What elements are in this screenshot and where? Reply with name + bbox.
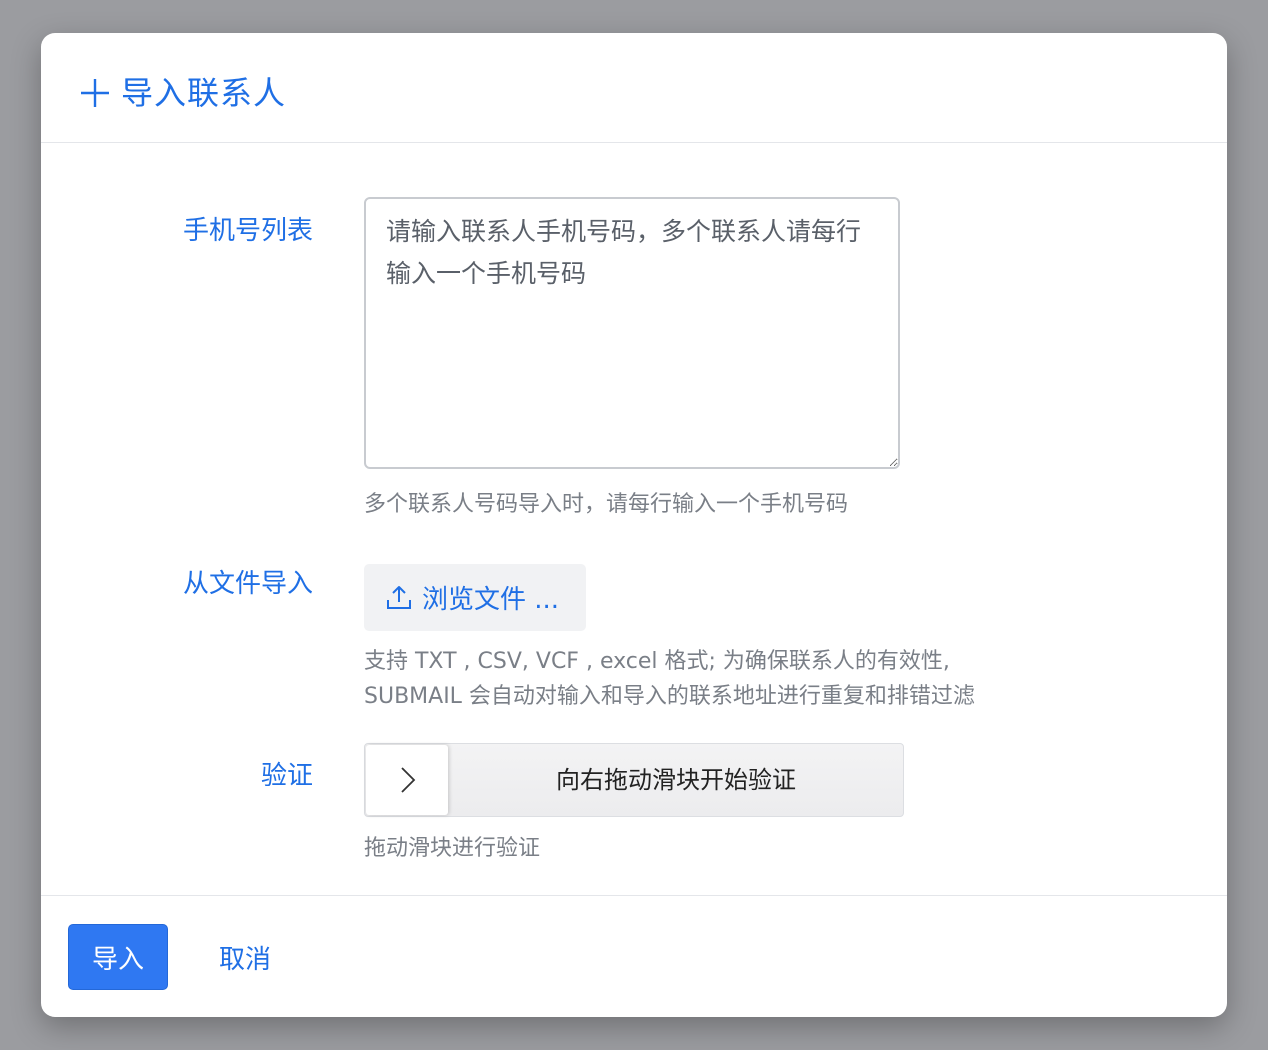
file-import-label: 从文件导入 <box>182 569 313 599</box>
verify-label: 验证 <box>260 761 313 791</box>
browse-files-label: 浏览文件 ... <box>422 585 560 615</box>
cancel-button[interactable]: 取消 <box>213 924 277 990</box>
slider-handle[interactable] <box>366 745 448 815</box>
dialog-header: 导入联系人 <box>41 33 1227 143</box>
import-contacts-dialog: 导入联系人 手机号列表 多个联系人号码导入时，请每行输入一个手机号码 从文件导入… <box>41 33 1227 1017</box>
phone-list-label: 手机号列表 <box>182 216 313 246</box>
file-import-help: 支持 TXT , CSV, VCF , excel 格式; 为确保联系人的有效性… <box>364 644 975 714</box>
chevron-right-icon <box>401 767 416 793</box>
upload-icon <box>384 583 414 613</box>
file-import-help-line1: 支持 TXT , CSV, VCF , excel 格式; 为确保联系人的有效性… <box>364 649 950 674</box>
plus-icon <box>79 77 111 109</box>
slider-instruction: 向右拖动滑块开始验证 <box>556 766 796 794</box>
phone-list-textarea[interactable] <box>364 197 900 469</box>
browse-files-button[interactable]: 浏览文件 ... <box>364 564 586 631</box>
verify-help: 拖动滑块进行验证 <box>364 836 541 861</box>
dialog-footer: 导入 取消 <box>41 895 1227 1017</box>
phone-list-help: 多个联系人号码导入时，请每行输入一个手机号码 <box>364 492 849 517</box>
dialog-title-text: 导入联系人 <box>121 74 287 112</box>
slider-captcha[interactable]: 向右拖动滑块开始验证 <box>364 743 904 817</box>
dialog-title: 导入联系人 <box>79 73 286 113</box>
import-button[interactable]: 导入 <box>68 924 168 990</box>
file-import-help-line2: SUBMAIL 会自动对输入和导入的联系地址进行重复和排错过滤 <box>364 684 975 709</box>
